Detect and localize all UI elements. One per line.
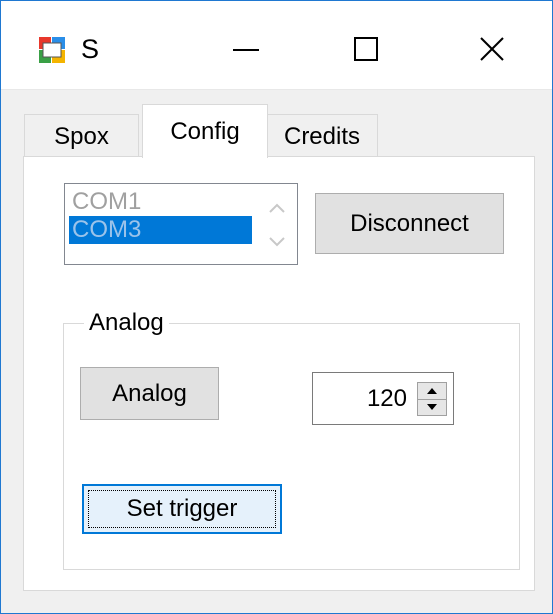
spin-buttons[interactable] bbox=[417, 382, 447, 416]
listbox-scrollbar[interactable] bbox=[257, 184, 297, 264]
close-icon bbox=[480, 37, 504, 61]
analog-numeric-updown[interactable]: 120 bbox=[312, 372, 454, 425]
focus-rectangle bbox=[88, 490, 276, 528]
tab-spox[interactable]: Spox bbox=[24, 114, 139, 158]
spin-up-button[interactable] bbox=[418, 383, 446, 400]
close-button[interactable] bbox=[457, 19, 527, 79]
spin-up-icon bbox=[427, 388, 437, 394]
disconnect-button[interactable]: Disconnect bbox=[315, 193, 504, 254]
numeric-value[interactable]: 120 bbox=[367, 373, 407, 424]
config-tab-page: COM1 COM3 Disconnect Analog Analog 120 S… bbox=[23, 156, 535, 591]
analog-button[interactable]: Analog bbox=[80, 367, 219, 420]
app-icon bbox=[39, 37, 65, 63]
window-title: S bbox=[81, 34, 100, 64]
set-trigger-button[interactable]: Set trigger bbox=[82, 484, 282, 534]
scroll-up-button[interactable] bbox=[265, 196, 289, 220]
tab-config[interactable]: Config bbox=[142, 104, 268, 158]
spin-down-button[interactable] bbox=[418, 399, 446, 415]
maximize-button[interactable] bbox=[331, 19, 401, 79]
port-listbox[interactable]: COM1 COM3 bbox=[64, 183, 298, 265]
main-window: S Spox Config Credits COM1 COM3 Disconne… bbox=[0, 0, 553, 614]
list-item-com3[interactable]: COM3 bbox=[69, 216, 252, 244]
analog-group-label: Analog bbox=[84, 309, 169, 337]
analog-groupbox: Analog Analog 120 Set trigger bbox=[63, 309, 520, 570]
scroll-down-button[interactable] bbox=[265, 230, 289, 254]
spin-down-icon bbox=[427, 404, 437, 410]
list-item-com1[interactable]: COM1 bbox=[69, 188, 252, 216]
chevron-up-icon bbox=[269, 203, 285, 213]
minimize-icon bbox=[233, 49, 259, 51]
minimize-button[interactable] bbox=[211, 19, 281, 79]
title-bar[interactable]: S bbox=[1, 1, 552, 90]
chevron-down-icon bbox=[269, 237, 285, 247]
maximize-icon bbox=[354, 37, 378, 61]
tab-credits[interactable]: Credits bbox=[266, 114, 378, 158]
